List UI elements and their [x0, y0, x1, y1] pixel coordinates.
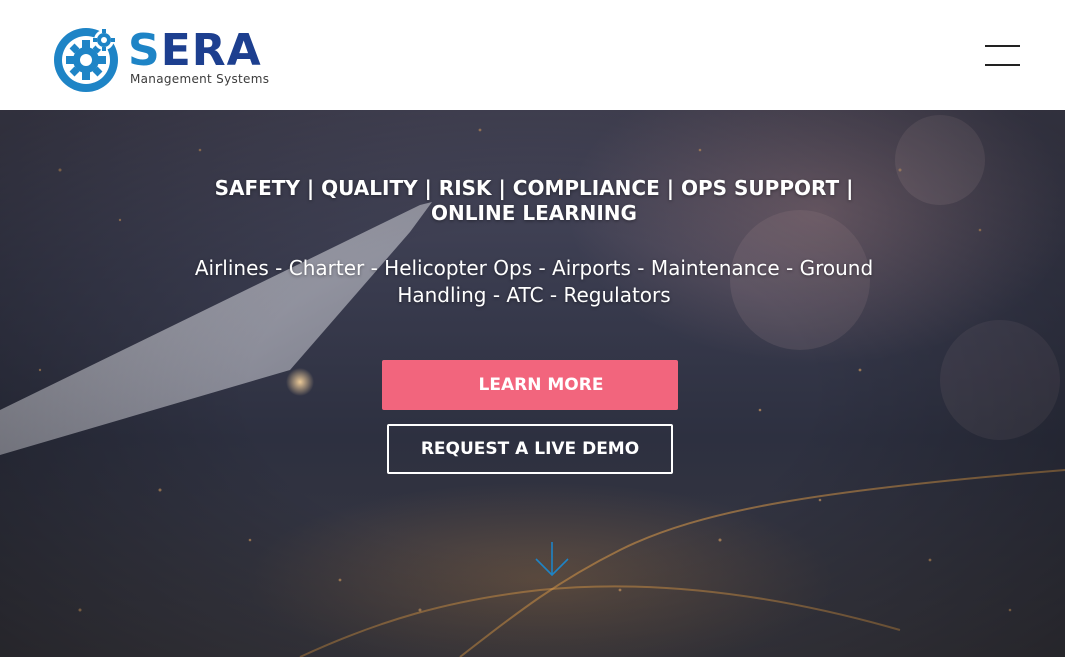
- sera-logo[interactable]: SERA Management Systems: [52, 24, 269, 94]
- learn-more-button[interactable]: LEARN MORE: [382, 360, 678, 410]
- request-demo-button[interactable]: REQUEST A LIVE DEMO: [387, 424, 673, 474]
- menu-line: [985, 64, 1020, 66]
- gear-logo-icon: [54, 28, 118, 92]
- arrow-down-icon[interactable]: [533, 540, 571, 578]
- hamburger-menu-icon[interactable]: [985, 45, 1020, 67]
- services-tagline: SAFETY | QUALITY | RISK | COMPLIANCE | O…: [214, 176, 854, 225]
- logo-wordmark-s: S: [128, 25, 161, 76]
- menu-line: [985, 45, 1020, 47]
- logo-wordmark-era: ERA: [160, 25, 262, 76]
- industry-segments: Airlines - Charter - Helicopter Ops - Ai…: [194, 256, 874, 307]
- site-header: SERA Management Systems: [0, 0, 1065, 110]
- logo-subtitle: Management Systems: [130, 72, 270, 86]
- logo-wordmark: SERA: [128, 28, 262, 74]
- hero-banner: SAFETY | QUALITY | RISK | COMPLIANCE | O…: [0, 110, 1065, 657]
